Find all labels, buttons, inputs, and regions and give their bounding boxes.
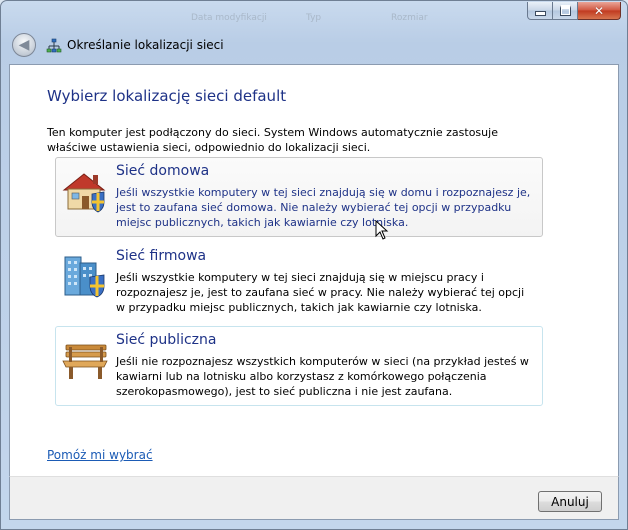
network-icon — [46, 38, 62, 53]
minimize-button[interactable] — [527, 2, 553, 20]
caption-buttons: ✕ — [527, 2, 621, 20]
maximize-button[interactable] — [553, 2, 578, 20]
option-work-title: Sieć firmowa — [116, 248, 207, 264]
option-public-network[interactable]: Sieć publiczna Jeśli nie rozpoznajesz ws… — [55, 326, 543, 406]
option-public-title: Sieć publiczna — [116, 332, 217, 348]
maximize-icon — [559, 5, 571, 16]
close-icon: ✕ — [593, 3, 605, 18]
option-public-description: Jeśli nie rozpoznajesz wszystkich komput… — [116, 355, 529, 398]
ghost-column-date: Data modyfikacji — [191, 13, 267, 23]
public-network-bench-icon — [62, 344, 108, 379]
dialog-window: Data modyfikacji Typ Rozmiar ✕ ◀ Określa… — [0, 0, 628, 530]
option-work-network[interactable]: Sieć firmowa Jeśli wszystkie komputery w… — [55, 242, 543, 322]
option-home-title: Sieć domowa — [116, 163, 210, 179]
mouse-cursor-icon — [375, 220, 389, 240]
window-title: Określanie lokalizacji sieci — [67, 38, 224, 52]
back-button[interactable]: ◀ — [12, 33, 36, 57]
minimize-icon — [534, 11, 546, 16]
ghost-column-size: Rozmiar — [391, 13, 428, 23]
content-panel: Wybierz lokalizację sieci default Ten ko… — [9, 64, 619, 476]
back-arrow-icon: ◀ — [18, 37, 30, 53]
dialog-footer: Anuluj — [9, 476, 619, 520]
option-home-description: Jeśli wszystkie komputery w tej sieci zn… — [116, 186, 531, 229]
help-me-choose-link[interactable]: Pomóż mi wybrać — [47, 448, 153, 462]
intro-text: Ten komputer jest podłączony do sieci. S… — [47, 126, 498, 154]
ghost-column-type: Typ — [306, 13, 322, 23]
navigation-bar: ◀ Określanie lokalizacji sieci — [9, 31, 619, 61]
close-button[interactable]: ✕ — [578, 2, 621, 20]
option-work-description: Jeśli wszystkie komputery w tej sieci zn… — [116, 271, 525, 314]
background-window-ghost: Data modyfikacji Typ Rozmiar — [191, 13, 491, 27]
home-network-icon — [62, 173, 106, 213]
page-title: Wybierz lokalizację sieci default — [47, 87, 287, 105]
option-home-network[interactable]: Sieć domowa Jeśli wszystkie komputery w … — [55, 157, 543, 237]
cancel-button[interactable]: Anuluj — [538, 491, 602, 512]
work-network-icon — [64, 256, 105, 298]
